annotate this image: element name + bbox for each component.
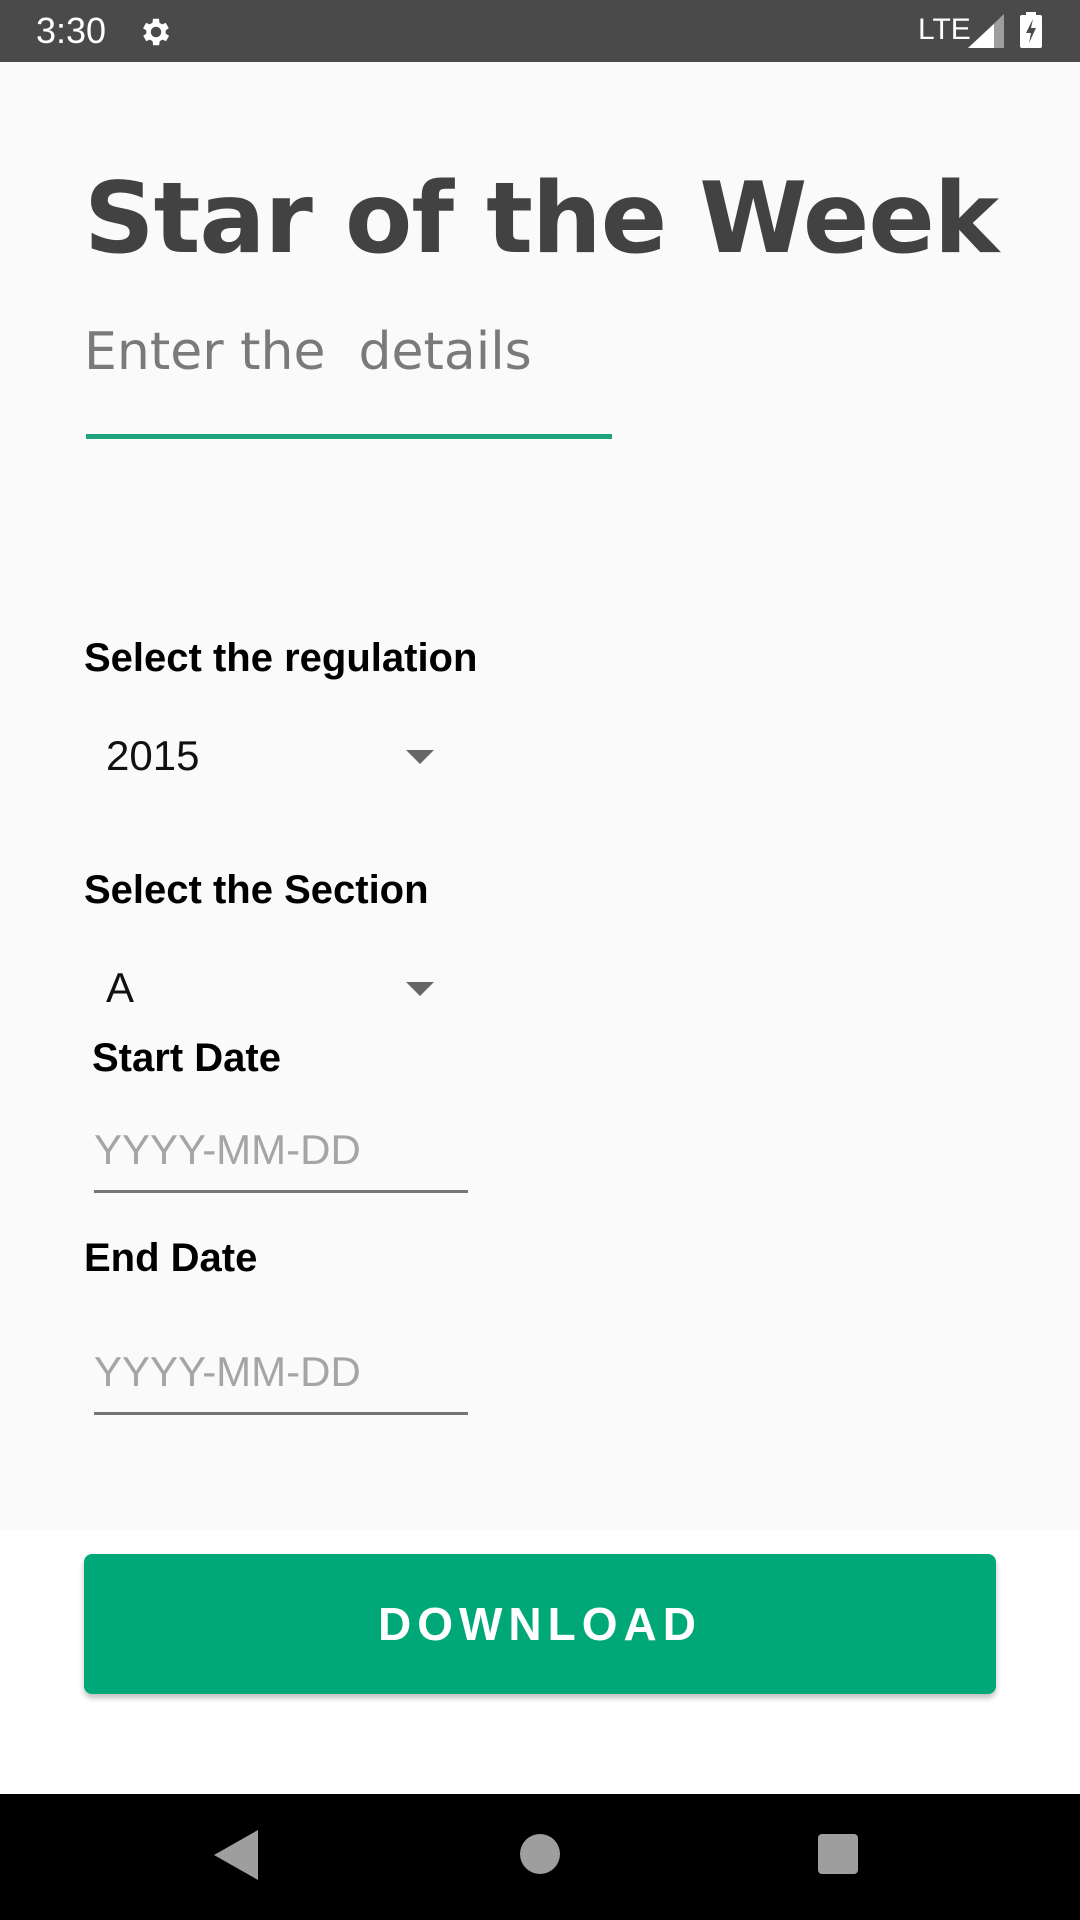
end-date-label: End Date <box>84 1236 258 1280</box>
page-subtitle: Enter the details <box>84 322 532 382</box>
navigation-bar <box>0 1794 1080 1920</box>
regulation-dropdown[interactable]: 2015 <box>84 720 444 790</box>
recent-apps-icon[interactable] <box>818 1834 858 1874</box>
end-date-input[interactable] <box>94 1340 468 1415</box>
back-icon[interactable] <box>214 1830 258 1880</box>
start-date-label: Start Date <box>92 1036 281 1080</box>
regulation-value: 2015 <box>106 732 200 779</box>
dropdown-arrow-icon <box>406 982 434 996</box>
section-value: A <box>106 964 135 1011</box>
subtitle-underline <box>86 434 612 439</box>
start-date-input[interactable] <box>94 1118 468 1193</box>
dropdown-arrow-icon <box>406 750 434 764</box>
battery-charging-icon <box>1020 12 1042 48</box>
regulation-label: Select the regulation <box>84 636 478 680</box>
gear-icon <box>143 18 170 46</box>
download-button[interactable]: DOWNLOAD <box>84 1554 996 1694</box>
signal-icon <box>968 14 1004 48</box>
status-time: 3:30 <box>36 10 107 51</box>
section-label: Select the Section <box>84 868 429 912</box>
page-title: Star of the Week <box>84 162 999 276</box>
status-bar: 3:30 LTE <box>0 0 1080 62</box>
network-type: LTE <box>918 13 971 46</box>
section-dropdown[interactable]: A <box>84 952 444 1022</box>
home-icon[interactable] <box>520 1834 560 1874</box>
